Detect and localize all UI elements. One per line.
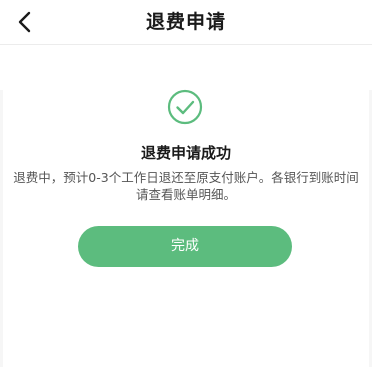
- success-check-icon: [167, 89, 203, 125]
- result-description: 退费中，预计0-3个工作日退还至原支付账户。各银行到账时间请查看账单明细。: [13, 170, 359, 202]
- left-edge: [0, 90, 3, 367]
- page-title: 退费申请: [145, 11, 226, 33]
- check-circle-icon: [167, 89, 203, 125]
- result-title: 退费申请成功: [140, 144, 231, 162]
- done-button[interactable]: 完成: [78, 226, 292, 267]
- result-panel: 退费申请成功 退费中，预计0-3个工作日退还至原支付账户。各银行到账时间请查看账…: [0, 45, 372, 367]
- navigation-bar: 退费申请: [0, 0, 372, 45]
